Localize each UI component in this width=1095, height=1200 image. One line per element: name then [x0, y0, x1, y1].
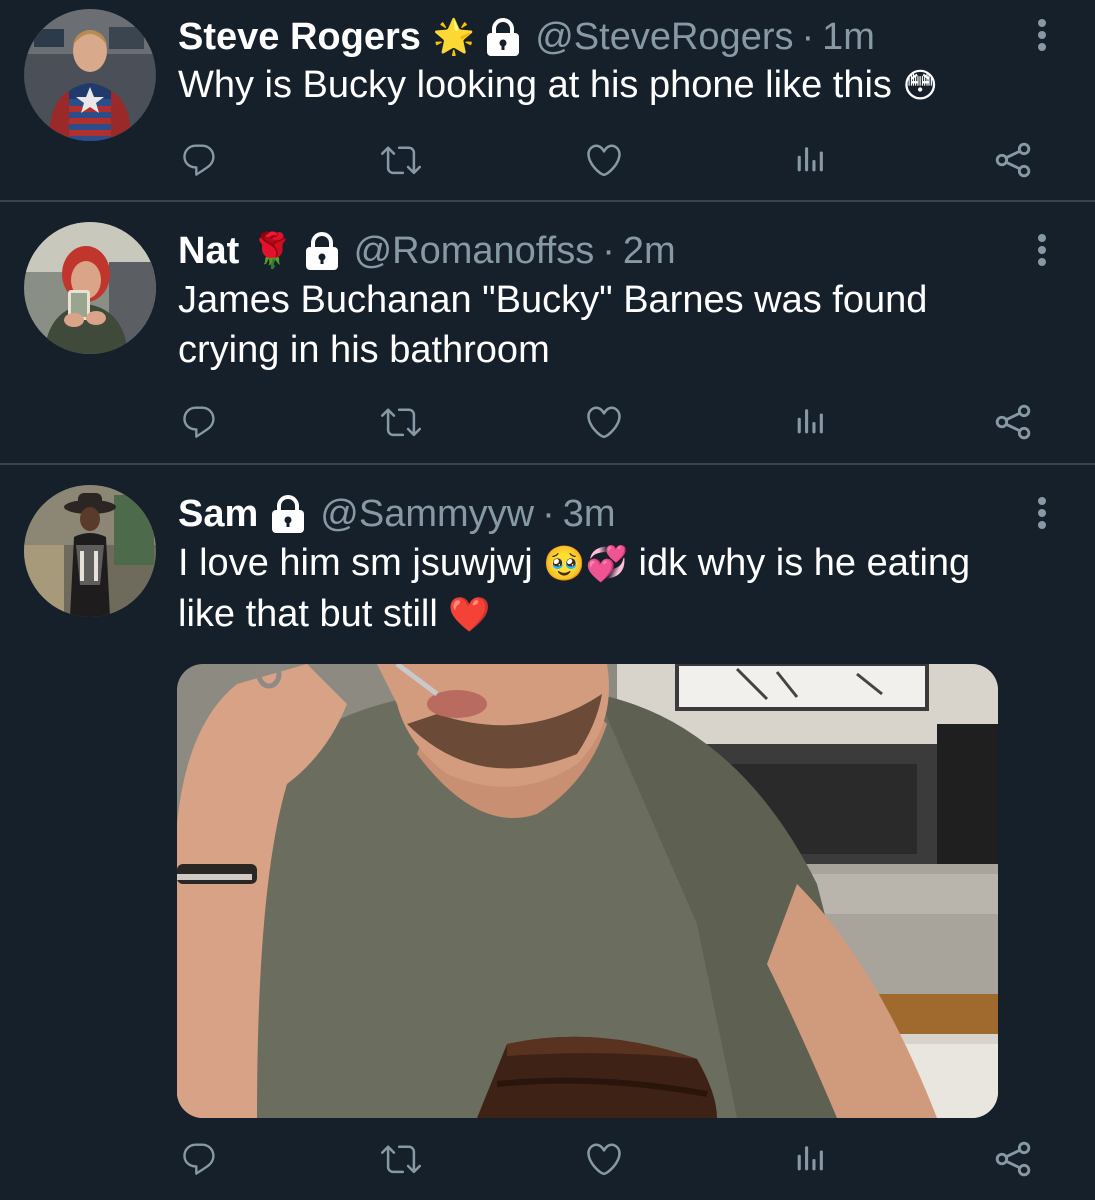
tweet-actions — [0, 137, 1095, 187]
lock-icon — [270, 494, 306, 534]
display-name[interactable]: Sam — [178, 493, 258, 536]
share-button[interactable] — [990, 137, 1036, 183]
more-icon[interactable] — [1030, 493, 1054, 533]
share-icon — [994, 141, 1032, 179]
more-icon[interactable] — [1030, 230, 1054, 270]
stats-button[interactable] — [786, 399, 832, 445]
tweet-header: Sam @Sammyyw · 3m — [178, 489, 616, 539]
divider — [0, 463, 1095, 465]
tweet-text-part: I love him sm jsuwjwj — [178, 542, 544, 584]
tweet-text-line: crying in his bathroom — [178, 329, 550, 371]
like-button[interactable] — [581, 1136, 627, 1182]
retweet-button[interactable] — [378, 399, 424, 445]
handle[interactable]: @Romanoffss — [354, 230, 595, 273]
retweet-icon — [381, 1139, 421, 1179]
tweet-text-body: Why is Bucky looking at his phone like t… — [178, 64, 892, 106]
tweet-sam[interactable]: Sam @Sammyyw · 3m I love him sm jsuwjwj … — [0, 466, 1095, 1200]
retweet-button[interactable] — [378, 1136, 424, 1182]
timestamp[interactable]: 2m — [623, 230, 676, 273]
red-heart-emoji: ❤️ — [448, 596, 491, 634]
avatar[interactable] — [24, 222, 156, 354]
display-name[interactable]: Nat — [178, 230, 239, 273]
share-icon — [994, 403, 1032, 441]
tweet-nat[interactable]: Nat 🌹 @Romanoffss · 2m James Buchanan "B… — [0, 203, 1095, 464]
tweet-text-line: I love him sm jsuwjwj 🥹💞 idk why is he e… — [178, 538, 1058, 589]
timestamp[interactable]: 3m — [563, 493, 616, 536]
reply-icon — [180, 1140, 218, 1178]
retweet-icon — [381, 140, 421, 180]
handle[interactable]: @Sammyyw — [320, 493, 534, 536]
lock-icon — [485, 17, 521, 57]
reply-icon — [180, 403, 218, 441]
more-icon[interactable] — [1030, 15, 1054, 55]
avatar[interactable] — [24, 485, 156, 617]
tweet-actions — [0, 399, 1095, 449]
timestamp[interactable]: 1m — [822, 16, 875, 59]
tweet-text-part: like that but still — [178, 593, 449, 635]
tweet-header: Nat 🌹 @Romanoffss · 2m — [178, 226, 676, 276]
reply-button[interactable] — [176, 1136, 222, 1182]
divider — [0, 200, 1095, 202]
like-button[interactable] — [581, 137, 627, 183]
stats-button[interactable] — [786, 137, 832, 183]
tweet-text: James Buchanan "Bucky" Barnes was found … — [178, 275, 1058, 375]
tweet-text-part: idk why is he eating — [627, 542, 971, 584]
stats-button[interactable] — [786, 1136, 832, 1182]
tweet-photo[interactable] — [177, 664, 998, 1118]
lock-icon — [304, 231, 340, 271]
separator-dot: · — [542, 492, 555, 535]
tweet-text: I love him sm jsuwjwj 🥹💞 idk why is he e… — [178, 538, 1058, 640]
share-icon — [994, 1140, 1032, 1178]
tweet-actions — [0, 1136, 1095, 1186]
tweet-text-line: like that but still ❤️ — [178, 589, 1058, 640]
separator-dot: · — [801, 15, 815, 58]
photo-image — [177, 664, 998, 1118]
display-name[interactable]: Steve Rogers — [178, 16, 421, 59]
reply-button[interactable] — [176, 399, 222, 445]
star-emoji: 🌟 — [432, 18, 476, 56]
share-button[interactable] — [990, 1136, 1036, 1182]
rose-emoji: 🌹 — [251, 232, 294, 270]
reply-button[interactable] — [176, 137, 222, 183]
flushed-emoji: 😳 — [902, 67, 938, 105]
emoji-group: 🥹💞 — [543, 545, 628, 583]
tweet-text: Why is Bucky looking at his phone like t… — [178, 60, 1058, 111]
stats-icon — [792, 143, 826, 177]
tweet-header: Steve Rogers 🌟 @SteveRogers · 1m — [178, 12, 875, 62]
heart-icon — [584, 402, 624, 442]
retweet-icon — [381, 402, 421, 442]
reply-icon — [180, 141, 218, 179]
tweet-text-line: James Buchanan "Bucky" Barnes was found — [178, 279, 928, 321]
tweet-steve-rogers[interactable]: Steve Rogers 🌟 @SteveRogers · 1m Why is … — [0, 0, 1095, 201]
stats-icon — [792, 1142, 826, 1176]
handle[interactable]: @SteveRogers — [535, 16, 793, 59]
separator-dot: · — [602, 229, 615, 272]
heart-icon — [584, 1139, 624, 1179]
avatar[interactable] — [24, 9, 156, 141]
stats-icon — [792, 405, 826, 439]
like-button[interactable] — [581, 399, 627, 445]
retweet-button[interactable] — [378, 137, 424, 183]
share-button[interactable] — [990, 399, 1036, 445]
heart-icon — [584, 140, 624, 180]
